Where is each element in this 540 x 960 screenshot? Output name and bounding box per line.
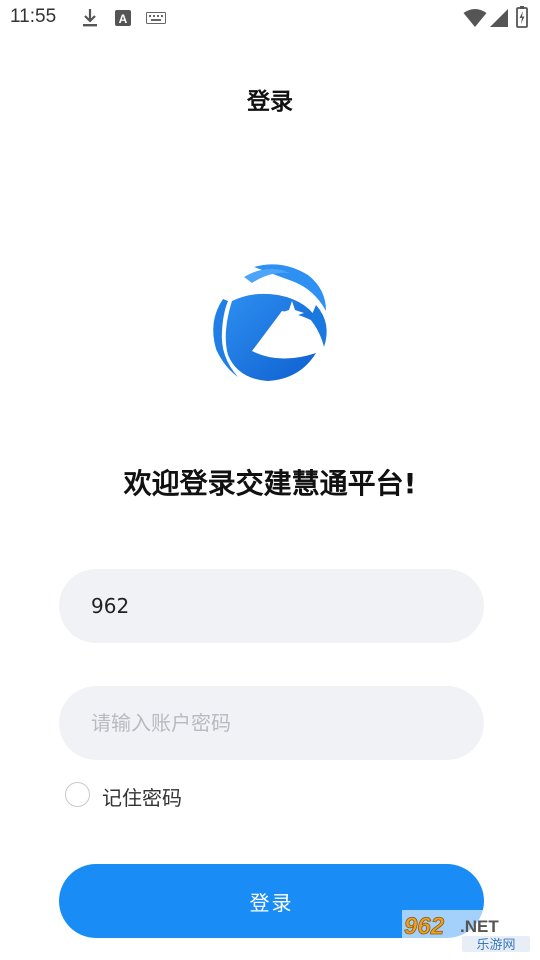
download-icon <box>83 9 97 27</box>
battery-icon <box>516 6 528 28</box>
remember-label[interactable]: 记住密码 <box>102 782 182 811</box>
account-field[interactable] <box>59 569 484 643</box>
wifi-icon <box>463 9 487 27</box>
welcome-heading: 欢迎登录交建慧通平台! <box>123 467 417 500</box>
site-watermark: 962 .NET 乐游网 <box>402 910 534 954</box>
status-time: 11:55 <box>10 6 57 27</box>
app-logo <box>213 264 327 381</box>
remember-checkbox[interactable] <box>65 782 90 807</box>
password-field[interactable] <box>59 686 484 760</box>
svg-text:.NET: .NET <box>460 917 499 936</box>
signal-icon <box>490 9 508 27</box>
svg-text:A: A <box>119 12 128 26</box>
font-a-icon: A <box>115 10 131 26</box>
status-bar: 11:55 A <box>0 0 540 36</box>
password-input[interactable] <box>91 686 451 760</box>
svg-text:乐游网: 乐游网 <box>476 938 515 953</box>
account-input[interactable] <box>91 569 451 643</box>
svg-text:962: 962 <box>404 913 445 940</box>
keyboard-icon <box>146 12 166 24</box>
page-title: 登录 <box>247 89 293 115</box>
